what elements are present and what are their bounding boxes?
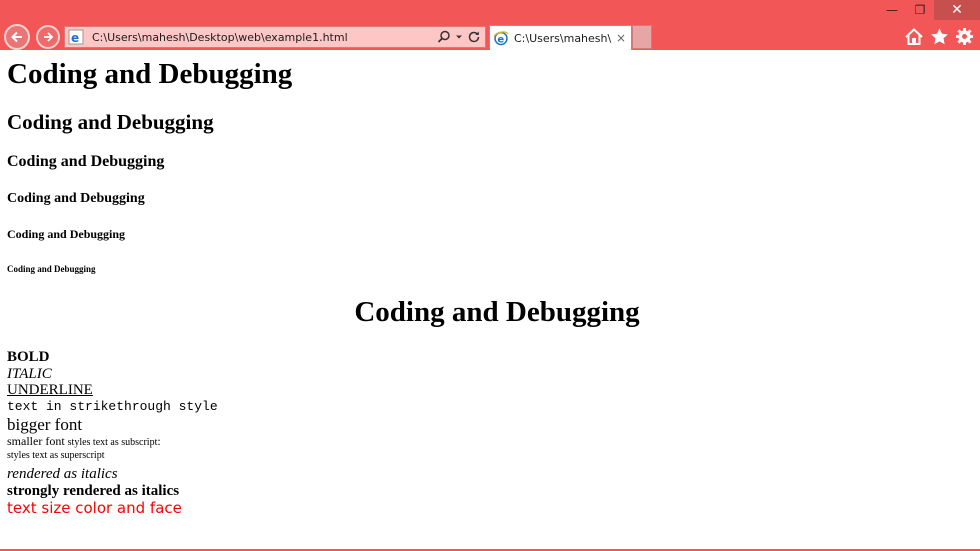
superscript-text: styles text as superscript (7, 450, 105, 461)
refresh-icon[interactable] (467, 30, 481, 44)
ie-tab-icon: e (493, 31, 509, 45)
window-controls: — ❐ ✕ (878, 0, 980, 20)
heading-3: Coding and Debugging (7, 153, 165, 170)
forward-button[interactable] (36, 25, 60, 49)
em-text: rendered as italics (7, 466, 118, 482)
subscript-colon: : (157, 434, 161, 448)
heading-1: Coding and Debugging (7, 58, 293, 90)
chevron-down-icon[interactable] (455, 33, 463, 41)
minimize-button[interactable]: — (878, 0, 906, 20)
strike-text: text in strikethrough style (7, 398, 218, 414)
star-icon[interactable] (930, 27, 949, 46)
bigger-text: bigger font (7, 415, 83, 434)
maximize-button[interactable]: ❐ (906, 0, 934, 20)
strong-text: strongly rendered as italics (7, 482, 180, 499)
search-icon[interactable] (437, 30, 451, 44)
ie-page-icon: e (68, 29, 84, 45)
browser-chrome: — ❐ ✕ e C:\Users\mahesh\Desktop\web\exam… (0, 0, 980, 50)
back-button[interactable] (4, 24, 30, 50)
home-icon[interactable] (904, 27, 924, 47)
gear-icon[interactable] (955, 27, 974, 46)
italic-text: ITALIC (7, 365, 52, 382)
browser-tab[interactable]: e C:\Users\mahesh\D... × (489, 25, 632, 50)
heading-6: Coding and Debugging (7, 264, 96, 274)
heading-5: Coding and Debugging (7, 227, 126, 241)
subscript-text: styles text as subscript (67, 437, 158, 448)
address-bar[interactable]: e C:\Users\mahesh\Desktop\web\example1.h… (64, 26, 486, 48)
svg-text:e: e (71, 31, 79, 45)
new-tab-button[interactable] (632, 25, 652, 49)
back-icon (11, 31, 22, 43)
forward-icon (44, 32, 54, 42)
tab-close-icon[interactable]: × (616, 31, 626, 45)
address-text[interactable]: C:\Users\mahesh\Desktop\web\example1.htm… (92, 31, 437, 44)
tab-title: C:\Users\mahesh\D... (514, 31, 612, 45)
underline-text: UNDERLINE (7, 382, 93, 398)
heading-2: Coding and Debugging (7, 110, 214, 134)
formatted-text-block: BOLD ITALIC UNDERLINE text in strikethro… (7, 349, 218, 517)
close-button[interactable]: ✕ (934, 0, 980, 20)
centered-heading: Coding and Debugging (354, 296, 640, 328)
svg-text:e: e (497, 34, 504, 45)
bold-text: BOLD (7, 349, 50, 365)
heading-4: Coding and Debugging (7, 191, 145, 206)
smaller-text: smaller font (7, 434, 65, 448)
toolbar-right (904, 27, 974, 47)
font-face-text: text size color and face (7, 499, 182, 517)
